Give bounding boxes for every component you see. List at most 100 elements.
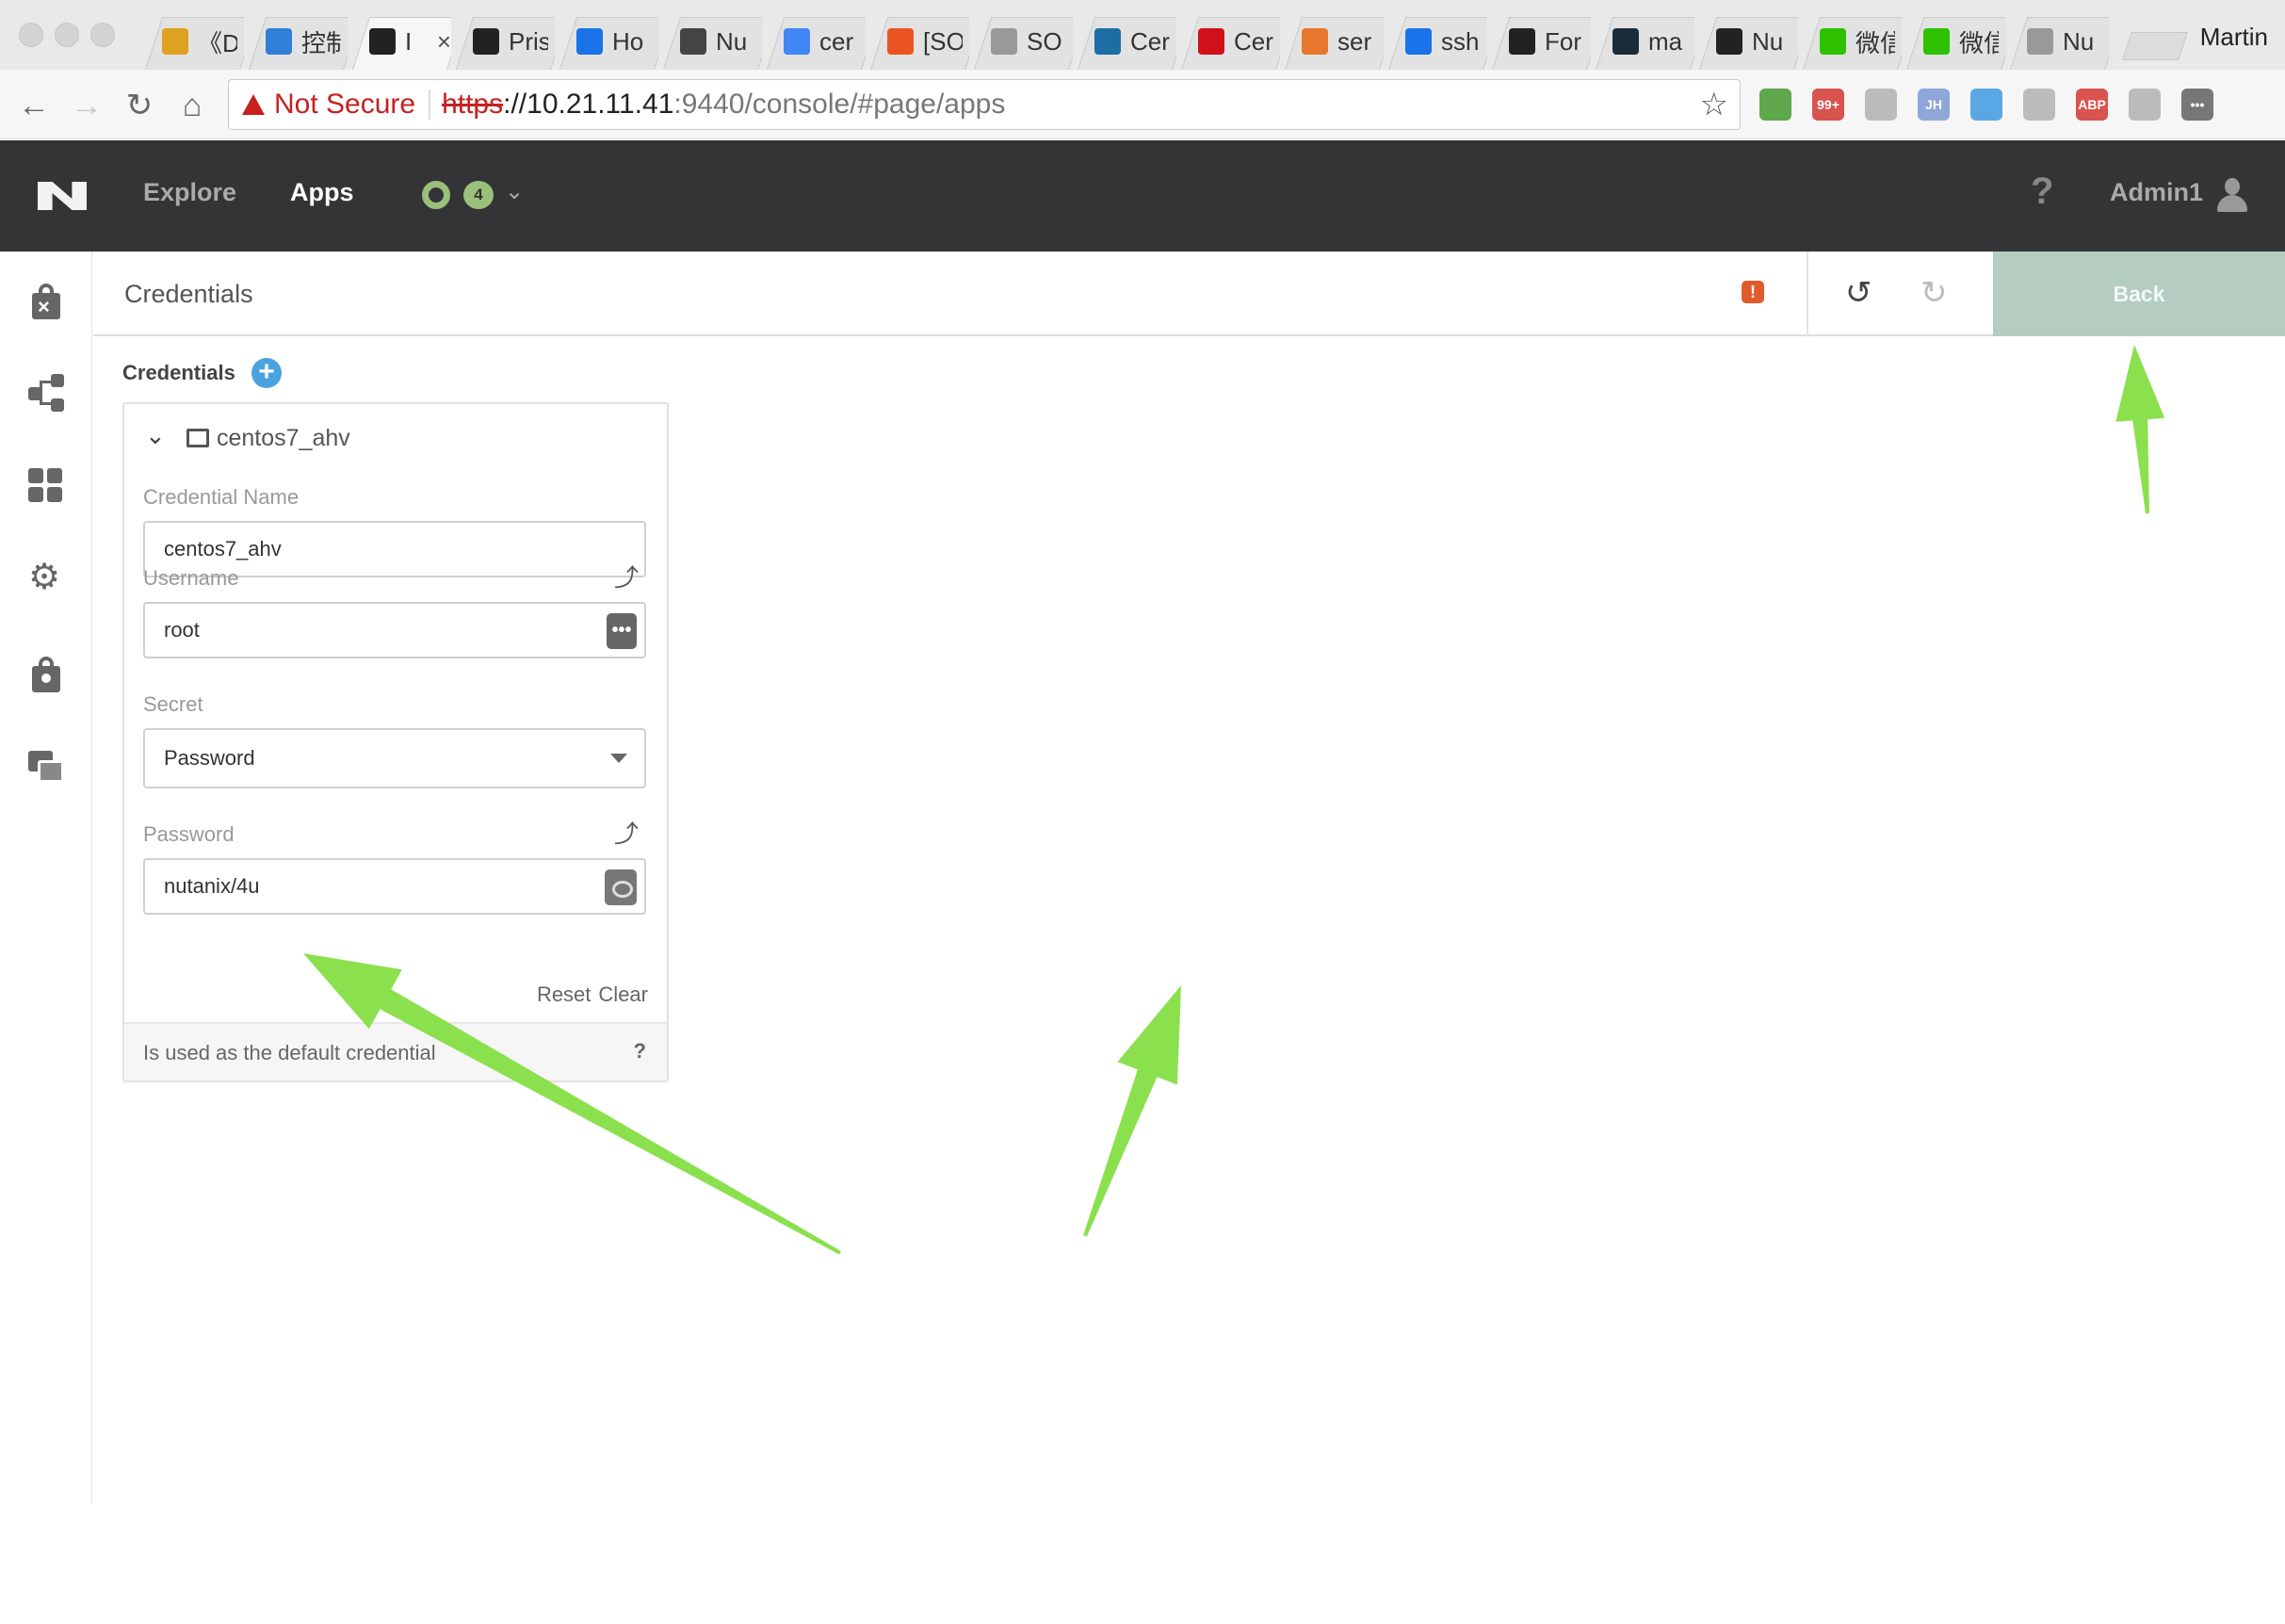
tab-title: SO xyxy=(1027,26,1062,56)
new-tab-button[interactable] xyxy=(2122,32,2188,60)
browser-tab[interactable]: SO xyxy=(970,13,1073,70)
browser-tab[interactable]: 控制 xyxy=(245,13,348,70)
apps-grid-icon[interactable] xyxy=(28,468,64,506)
annotation-arrow-back xyxy=(2115,345,2165,514)
back-button[interactable]: Back xyxy=(1993,252,2285,336)
default-credential-row: Is used as the default credential ? xyxy=(124,1022,667,1080)
reload-icon[interactable]: ↻ xyxy=(121,87,158,124)
clear-link[interactable]: Clear xyxy=(598,983,648,1006)
nutanix-favicon xyxy=(1716,28,1742,55)
forward-arrow-icon[interactable]: → xyxy=(68,87,105,124)
browser-tab[interactable]: 微信 xyxy=(1903,13,2005,70)
credential-card-title[interactable]: centos7_ahv xyxy=(217,425,350,452)
tab-close-icon[interactable]: × xyxy=(437,27,451,57)
wechat-favicon xyxy=(1820,28,1846,55)
browser-tab[interactable]: Cer xyxy=(1074,13,1176,70)
help-icon[interactable]: ? xyxy=(634,1039,646,1064)
tab-title: For xyxy=(1545,26,1581,56)
redo-icon[interactable]: ↻ xyxy=(1920,274,1948,312)
settings-gears-icon[interactable]: ⚙ xyxy=(28,559,64,596)
lock-bag-icon[interactable] xyxy=(28,655,64,692)
abp-ext-icon[interactable]: ABP xyxy=(2076,89,2108,121)
docker-favicon xyxy=(1612,28,1639,55)
security-label: Not Secure xyxy=(274,89,416,120)
collapse-chevron-icon[interactable]: ⌄ xyxy=(145,421,166,450)
add-credential-button[interactable]: + xyxy=(251,358,282,388)
help-icon[interactable]: ? xyxy=(2031,171,2053,213)
window-zoom-button[interactable] xyxy=(90,23,115,47)
tab-title: Cer xyxy=(1234,26,1273,56)
undo-icon[interactable]: ↺ xyxy=(1845,274,1872,312)
browser-tab[interactable]: ssh xyxy=(1385,13,1487,70)
mail-ext-icon[interactable]: 99+ xyxy=(1812,89,1844,121)
news-favicon xyxy=(162,28,188,55)
error-alert-icon[interactable]: ! xyxy=(1742,281,1764,303)
browser-tab[interactable]: For xyxy=(1488,13,1591,70)
browser-tab[interactable]: 微信 xyxy=(1799,13,1902,70)
username-value: root xyxy=(164,618,200,641)
username-label: Username xyxy=(143,566,239,590)
secret-type-select[interactable]: Password xyxy=(143,728,646,788)
nav-apps[interactable]: Apps xyxy=(290,178,354,207)
browser-tab[interactable]: Cer xyxy=(1177,13,1280,70)
square-ext-icon[interactable] xyxy=(2023,89,2055,121)
address-bar[interactable]: Not Secure https ://10.21.11.41 :9440/co… xyxy=(228,79,1741,130)
more-options-icon[interactable]: ••• xyxy=(607,613,637,649)
circle-ext-icon[interactable] xyxy=(1970,89,2002,121)
field-actions: Reset Clear xyxy=(529,983,648,1007)
show-password-eye-icon[interactable] xyxy=(605,869,637,905)
runtime-runner-icon[interactable]: ⤴ xyxy=(614,815,639,850)
nutanix-favicon xyxy=(369,28,396,55)
globe-favicon xyxy=(680,28,706,55)
reset-link[interactable]: Reset xyxy=(537,983,591,1006)
tab-title: Cer xyxy=(1130,26,1170,56)
blueprints-icon[interactable] xyxy=(28,374,64,412)
drive-ext-icon[interactable] xyxy=(1759,89,1791,121)
password-input[interactable]: nutanix/4u xyxy=(143,858,646,915)
tab-title: 控制 xyxy=(301,28,341,57)
browser-tab[interactable]: Ho xyxy=(556,13,658,70)
home-icon[interactable]: ⌂ xyxy=(173,87,211,124)
browser-tab[interactable]: I × xyxy=(348,13,451,70)
page-title: Credentials xyxy=(124,280,253,308)
user-avatar-icon[interactable] xyxy=(2217,178,2247,212)
window-close-button[interactable] xyxy=(19,23,43,47)
window-minimize-button[interactable] xyxy=(55,23,79,47)
tab-title: 《D xyxy=(198,28,237,57)
plane-ext-icon[interactable] xyxy=(2129,89,2161,121)
secret-type-value: Password xyxy=(164,746,255,770)
jh-ext-icon[interactable]: JH xyxy=(1918,89,1950,121)
browser-tab[interactable]: [SO xyxy=(867,13,969,70)
status-count-badge[interactable]: 4 xyxy=(463,181,494,209)
browser-tab[interactable]: Pris xyxy=(452,13,555,70)
nav-explore[interactable]: Explore xyxy=(143,178,236,207)
browser-tab[interactable]: 《D xyxy=(141,13,244,70)
tab-title: ssh xyxy=(1441,26,1480,56)
left-icon-rail: × ⚙ xyxy=(0,252,92,1504)
password-value: nutanix/4u xyxy=(164,874,260,898)
profile-name[interactable]: Martin xyxy=(2200,23,2268,52)
browser-tab[interactable]: ser xyxy=(1281,13,1384,70)
ext-icon[interactable] xyxy=(1865,89,1897,121)
browser-tab[interactable]: Nu xyxy=(1695,13,1798,70)
browser-tab[interactable]: ma xyxy=(1592,13,1694,70)
browser-tab[interactable]: Nu xyxy=(2006,13,2109,70)
tab-title: Ho xyxy=(612,26,644,56)
browser-tab[interactable]: Nu xyxy=(659,13,762,70)
user-menu[interactable]: Admin1 xyxy=(2110,178,2203,207)
marketplace-bag-icon[interactable]: × xyxy=(28,282,64,319)
chevron-down-icon[interactable]: ⌄ xyxy=(505,178,524,205)
status-ring-icon[interactable] xyxy=(422,181,450,209)
nutanix-logo[interactable] xyxy=(38,182,87,210)
bookmark-star-icon[interactable]: ☆ xyxy=(1700,86,1728,123)
tab-title: 微信 xyxy=(1959,28,1999,57)
username-input[interactable]: root ••• xyxy=(143,602,646,658)
projects-icon[interactable] xyxy=(28,751,64,788)
more-ext-icon[interactable]: ••• xyxy=(2181,89,2213,121)
browser-tab[interactable]: cer xyxy=(763,13,866,70)
back-arrow-icon[interactable]: ← xyxy=(15,87,53,124)
url-path: :9440/console/#page/apps xyxy=(673,89,1006,120)
runtime-runner-icon[interactable]: ⤴ xyxy=(614,559,639,593)
default-credential-text: Is used as the default credential xyxy=(143,1041,436,1064)
tab-title: [SO xyxy=(923,26,963,56)
